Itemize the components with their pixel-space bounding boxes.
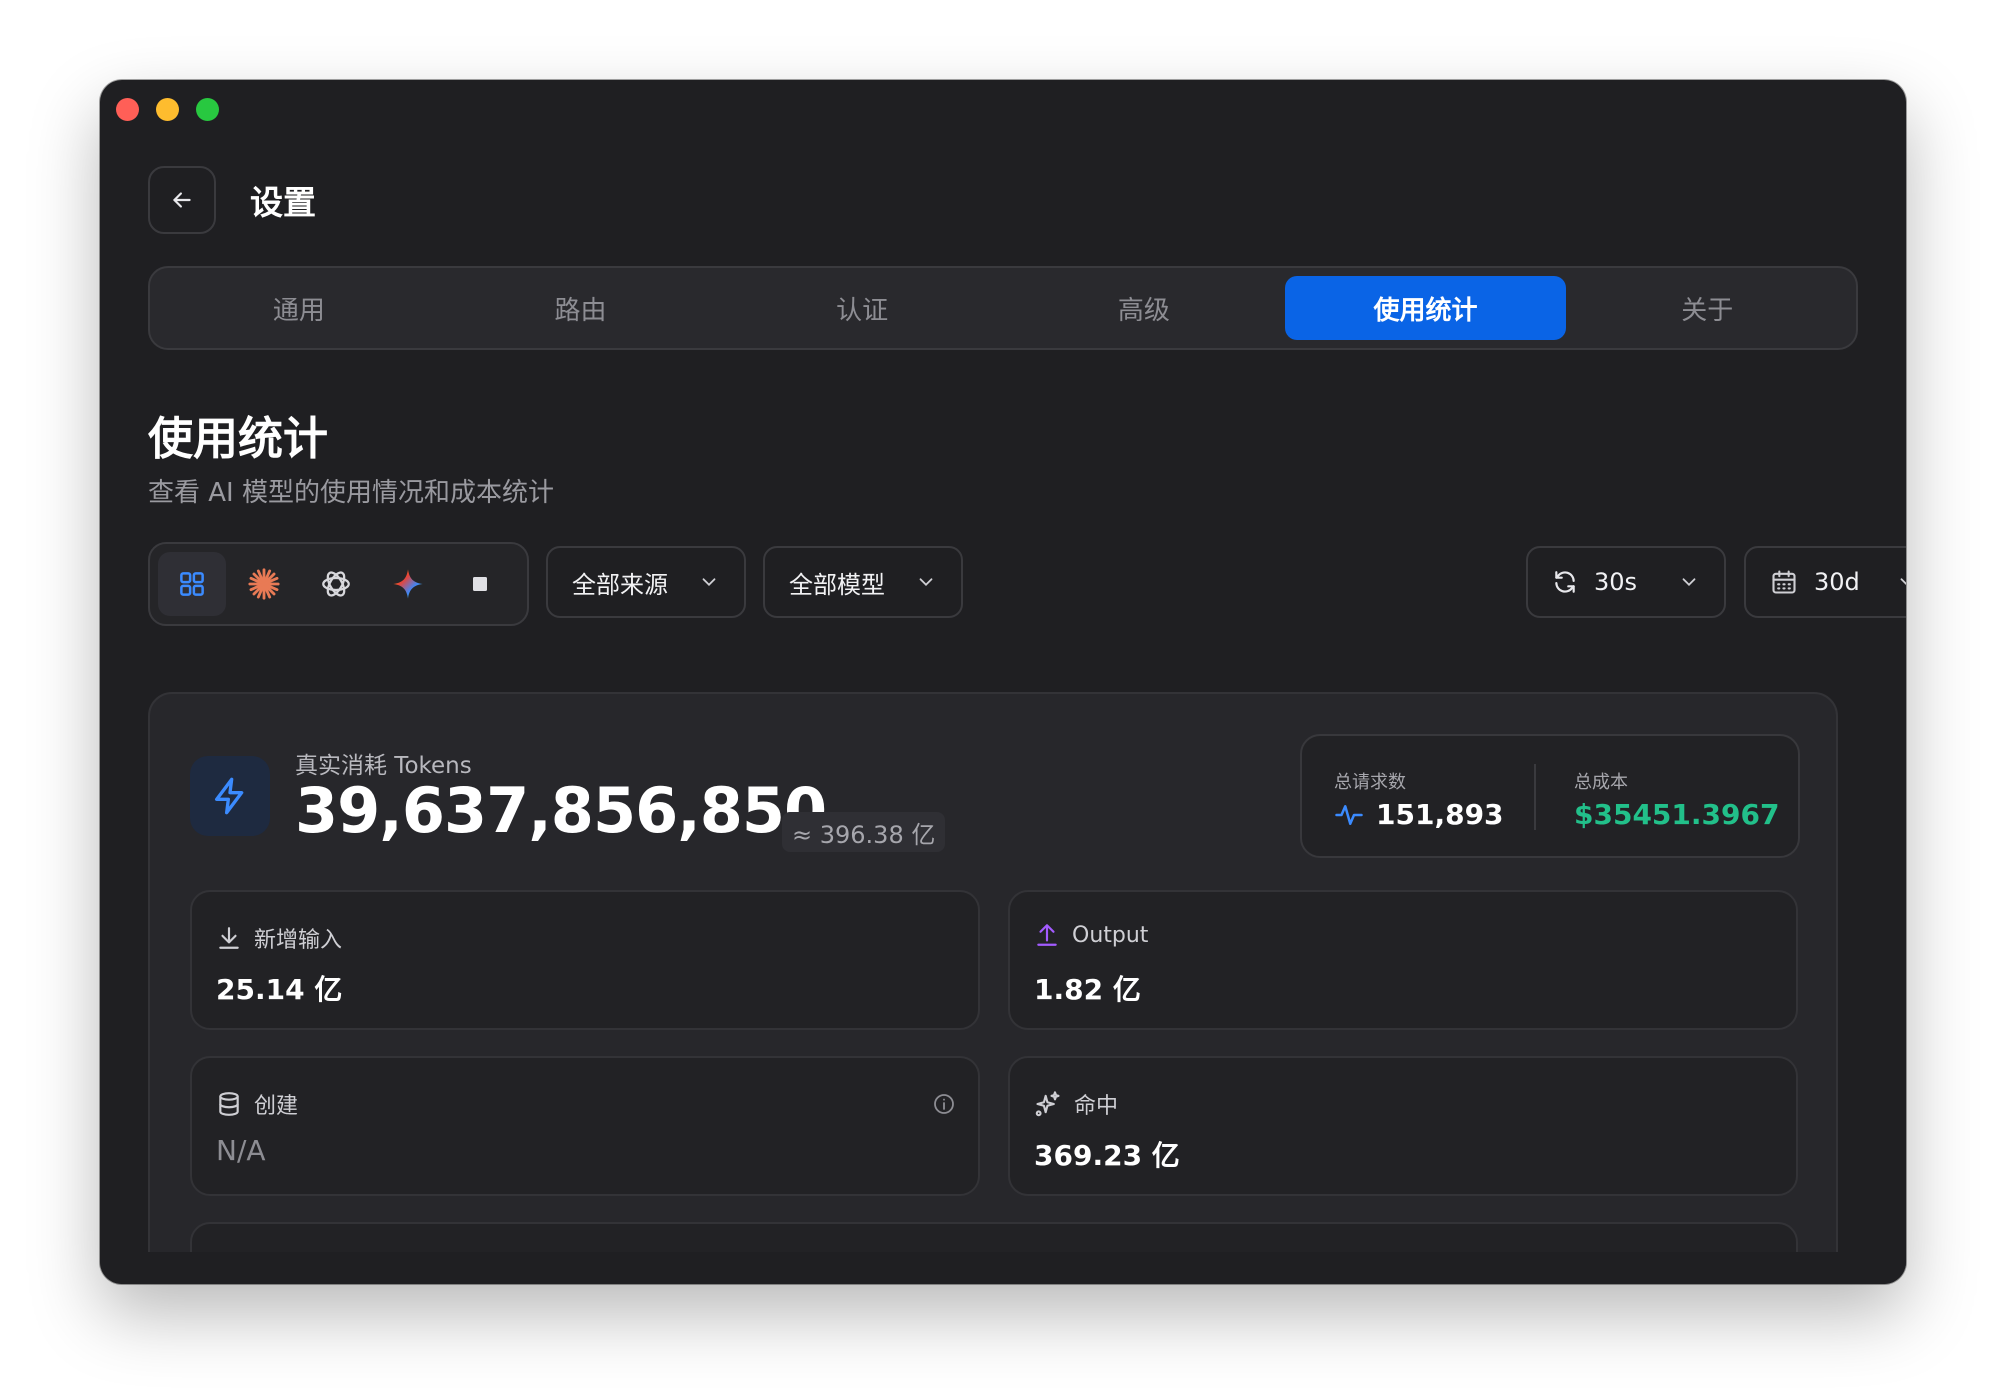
zoom-window-button[interactable]	[196, 98, 219, 121]
hit-value: 369.23 亿	[1034, 1139, 1180, 1172]
back-button[interactable]	[148, 166, 216, 234]
refresh-icon	[1555, 571, 1575, 593]
date-range-label: 30d	[1814, 568, 1860, 596]
arrow-left-icon	[173, 192, 191, 208]
window-controls	[116, 98, 219, 121]
output-label: Output	[1072, 922, 1149, 948]
database-icon	[219, 1092, 239, 1116]
upload-icon	[1037, 924, 1057, 946]
refresh-interval-label: 30s	[1594, 568, 1638, 596]
output-value: 1.82 亿	[1034, 973, 1141, 1006]
provider-other-button[interactable]	[446, 552, 514, 616]
gemini-icon	[393, 569, 423, 599]
input-metric-card: 新增输入 25.14 亿	[190, 890, 980, 1030]
tokens-value: 39,637,856,850	[295, 774, 827, 847]
tokens-approx-badge: ≈ 396.38 亿	[782, 812, 946, 852]
window-bottom-edge	[100, 1252, 1906, 1284]
section-subtitle: 查看 AI 模型的使用情况和成本统计	[148, 478, 554, 508]
tab-advanced[interactable]: 高级	[1003, 276, 1285, 340]
provider-all-button[interactable]	[158, 552, 226, 616]
refresh-interval-select[interactable]: 30s	[1526, 546, 1726, 618]
openai-icon	[322, 571, 350, 597]
chevron-down-icon	[1682, 578, 1696, 587]
claude-icon	[248, 568, 280, 600]
create-label: 创建	[254, 1094, 299, 1119]
tab-usage-stats[interactable]: 使用统计	[1284, 276, 1567, 340]
filter-toolbar: 全部来源 全部模型 30s 30d	[148, 542, 1906, 626]
calendar-icon	[1772, 570, 1796, 594]
summary-divider	[1534, 764, 1536, 830]
activity-icon	[1335, 804, 1363, 825]
section-title: 使用统计	[148, 412, 329, 465]
source-select-label: 全部来源	[572, 570, 668, 599]
source-select[interactable]: 全部来源	[546, 546, 746, 618]
chevron-down-icon	[919, 578, 933, 587]
minimize-window-button[interactable]	[156, 98, 179, 121]
tokens-badge	[190, 756, 270, 836]
create-value: N/A	[216, 1134, 266, 1167]
app-window: 设置 通用 路由 认证 高级 使用统计 关于 使用统计 查看 AI 模型的使用情…	[100, 80, 1906, 1284]
close-window-button[interactable]	[116, 98, 139, 121]
model-select-label: 全部模型	[789, 570, 885, 599]
requests-value: 151,893	[1376, 798, 1504, 831]
tab-routing[interactable]: 路由	[440, 276, 722, 340]
settings-tabs: 通用 路由 认证 高级 使用统计 关于	[148, 266, 1858, 350]
create-metric-card: 创建 N/A	[190, 1056, 980, 1196]
sparkles-icon	[1035, 1091, 1060, 1117]
cost-value: $35451.3967	[1574, 798, 1780, 831]
date-range-select[interactable]: 30d	[1744, 546, 1906, 618]
input-label: 新增输入	[254, 928, 343, 953]
requests-value-row: 151,893	[1334, 798, 1504, 831]
model-select[interactable]: 全部模型	[763, 546, 963, 618]
grid-icon	[180, 572, 204, 596]
output-metric-card: Output 1.82 亿	[1008, 890, 1798, 1030]
lightning-icon	[215, 777, 244, 815]
provider-gemini-button[interactable]	[374, 552, 442, 616]
square-icon	[473, 577, 487, 591]
page-title: 设置	[250, 183, 316, 222]
usage-stats-card: 真实消耗 Tokens 39,637,856,850 ≈ 396.38 亿 总请…	[148, 692, 1838, 1284]
tab-auth[interactable]: 认证	[721, 276, 1003, 340]
hit-label: 命中	[1074, 1094, 1119, 1119]
input-value: 25.14 亿	[216, 973, 343, 1006]
info-icon[interactable]	[932, 1092, 956, 1116]
summary-box: 总请求数 151,893 总成本 $35451.3967	[1300, 734, 1800, 858]
settings-header: 设置	[148, 166, 316, 234]
cost-label: 总成本	[1574, 772, 1628, 793]
download-icon	[219, 927, 239, 949]
provider-filter-group	[148, 542, 529, 626]
tab-general[interactable]: 通用	[158, 276, 440, 340]
provider-openai-button[interactable]	[302, 552, 370, 616]
chevron-down-icon	[702, 578, 716, 587]
requests-label: 总请求数	[1334, 772, 1406, 793]
hit-metric-card: 命中 369.23 亿	[1008, 1056, 1798, 1196]
provider-claude-button[interactable]	[230, 552, 298, 616]
chevron-down-icon	[1900, 578, 1906, 586]
tab-about[interactable]: 关于	[1566, 276, 1848, 340]
